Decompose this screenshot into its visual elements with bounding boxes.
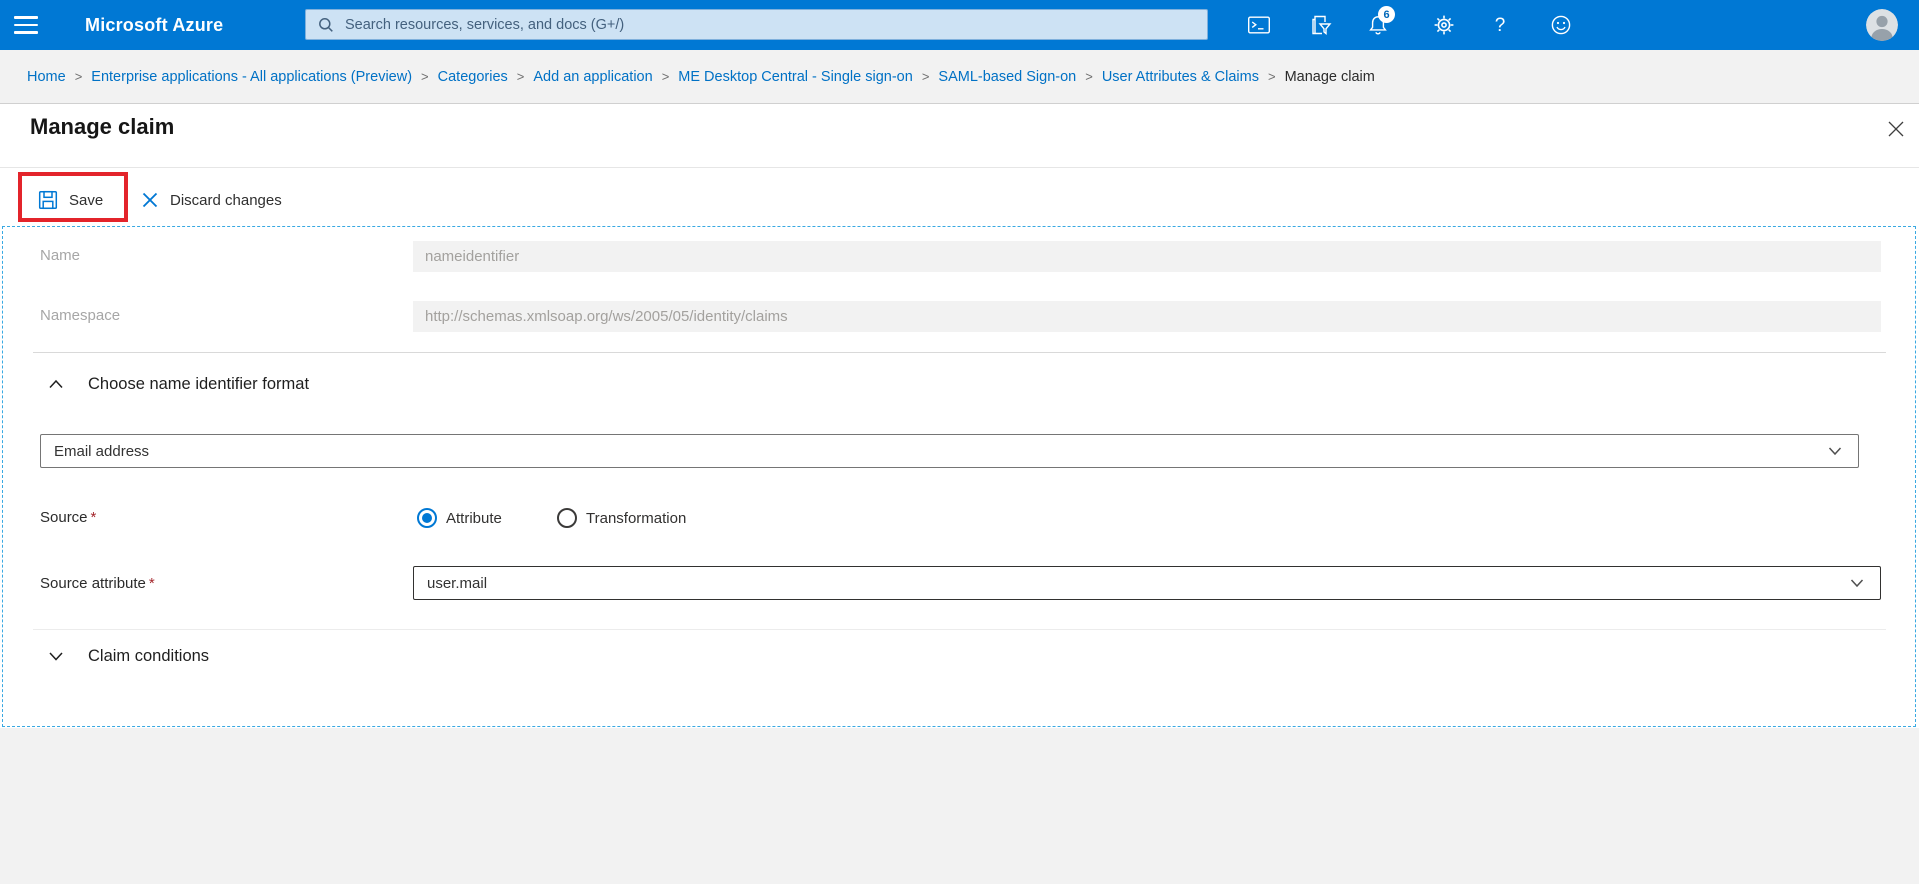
breadcrumb-home[interactable]: Home	[27, 69, 66, 85]
notifications-bell-icon[interactable]: 6	[1366, 6, 1395, 37]
save-button-label: Save	[69, 191, 104, 209]
chevron-up-icon	[49, 379, 63, 389]
name-label: Name	[40, 247, 81, 264]
radio-transformation[interactable]	[557, 508, 577, 528]
breadcrumb-add-application[interactable]: Add an application	[533, 69, 652, 85]
namespace-label: Namespace	[40, 307, 121, 324]
discard-x-icon	[142, 192, 158, 208]
save-floppy-icon	[38, 190, 58, 210]
radio-attribute-label[interactable]: Attribute	[446, 509, 502, 529]
brand-title: Microsoft Azure	[85, 14, 224, 35]
chevron-down-icon	[1828, 447, 1842, 456]
settings-gear-icon[interactable]	[1432, 13, 1456, 37]
chevron-down-icon	[1850, 579, 1864, 588]
breadcrumb-enterprise-applications[interactable]: Enterprise applications - All applicatio…	[91, 69, 412, 85]
search-icon	[319, 17, 333, 32]
required-asterisk: *	[148, 575, 155, 592]
breadcrumb-current: Manage claim	[1284, 68, 1375, 85]
discard-changes-button[interactable]: Discard changes	[140, 188, 282, 212]
manage-claim-blade: Manage claim Save Discard changes Name n…	[0, 103, 1919, 728]
section-divider	[33, 352, 1886, 353]
section-title: Choose name identifier format	[88, 374, 310, 393]
breadcrumb: Home > Enterprise applications - All app…	[0, 50, 1919, 103]
radio-transformation-label[interactable]: Transformation	[586, 509, 686, 529]
namespace-input: http://schemas.xmlsoap.org/ws/2005/05/id…	[413, 301, 1881, 332]
name-identifier-format-select[interactable]: Email address	[40, 434, 1859, 468]
chevron-down-icon	[49, 652, 63, 661]
source-label: Source *	[40, 509, 97, 526]
source-attribute-label: Source attribute *	[40, 575, 155, 592]
section-divider	[33, 629, 1886, 630]
section-title: Claim conditions	[88, 646, 210, 665]
window-bottom-strip	[0, 884, 1919, 891]
radio-attribute[interactable]	[417, 508, 437, 528]
page-title: Manage claim	[30, 114, 175, 139]
source-attribute-select[interactable]: user.mail	[413, 566, 1881, 600]
required-asterisk: *	[90, 509, 97, 526]
breadcrumb-user-attributes-claims[interactable]: User Attributes & Claims	[1102, 69, 1259, 85]
help-icon[interactable]: ?	[1488, 13, 1512, 37]
name-identifier-format-section-header[interactable]: Choose name identifier format	[45, 374, 309, 394]
azure-top-bar: Microsoft Azure 6	[0, 0, 1919, 50]
svg-text:?: ?	[1495, 15, 1506, 36]
name-input: nameidentifier	[413, 241, 1881, 272]
close-icon[interactable]	[1884, 117, 1908, 141]
notification-badge: 6	[1378, 6, 1395, 23]
search-input[interactable]	[343, 15, 1207, 34]
directory-filter-icon[interactable]	[1309, 13, 1333, 37]
global-search[interactable]	[305, 9, 1208, 40]
page-background	[0, 728, 1919, 884]
selected-format-value: Email address	[54, 442, 150, 460]
breadcrumb-app-sso[interactable]: ME Desktop Central - Single sign-on	[678, 69, 913, 85]
title-divider	[0, 167, 1919, 168]
feedback-smiley-icon[interactable]	[1549, 13, 1573, 37]
save-button[interactable]: Save	[37, 188, 103, 212]
breadcrumb-categories[interactable]: Categories	[438, 69, 508, 85]
breadcrumb-saml-signon[interactable]: SAML-based Sign-on	[938, 69, 1076, 85]
claim-conditions-section-header[interactable]: Claim conditions	[45, 646, 209, 666]
cloud-shell-icon[interactable]	[1247, 13, 1271, 37]
hamburger-menu-icon[interactable]	[14, 13, 40, 37]
discard-changes-label: Discard changes	[170, 191, 282, 209]
selected-source-attribute-value: user.mail	[427, 574, 488, 592]
account-avatar[interactable]	[1866, 9, 1898, 41]
